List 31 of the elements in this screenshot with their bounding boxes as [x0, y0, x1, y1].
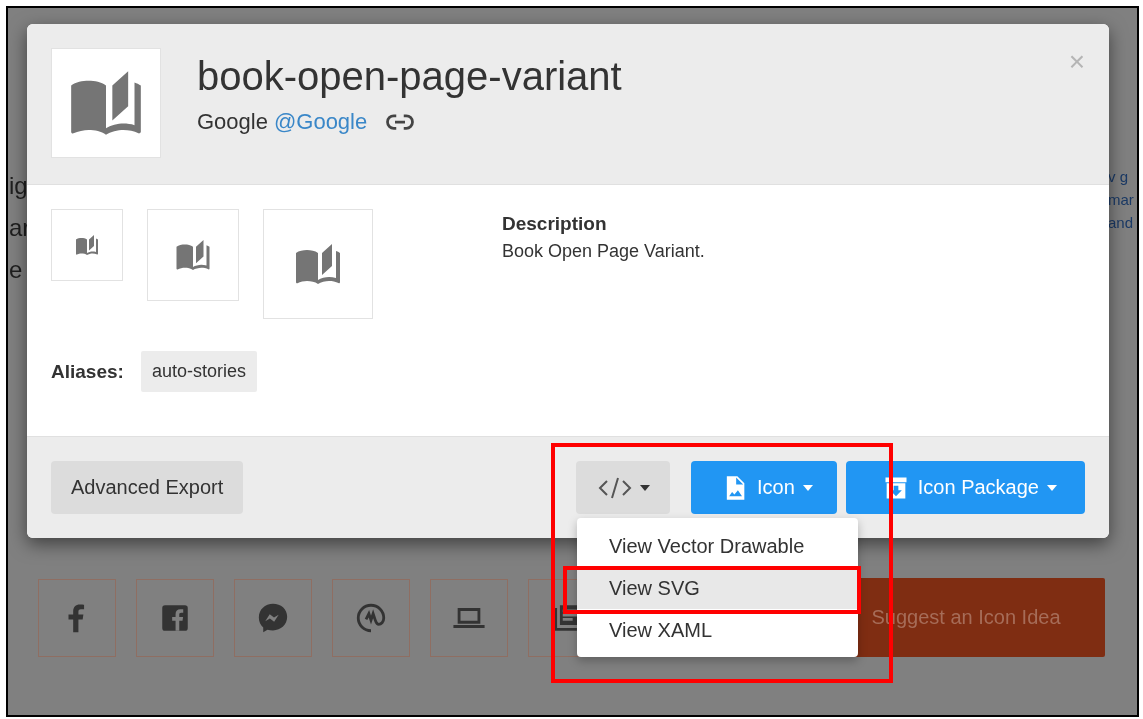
- code-icon: [598, 475, 632, 500]
- text-fragment: ig: [9, 172, 29, 200]
- icon-download-button[interactable]: Icon: [691, 461, 837, 514]
- link-fragment: and: [1108, 214, 1135, 231]
- caret-icon: [802, 484, 813, 491]
- aliases-label: Aliases:: [51, 360, 124, 383]
- code-dropdown-button[interactable]: [576, 461, 670, 514]
- book-icon: [175, 237, 211, 273]
- description-text: Book Open Page Variant.: [502, 241, 705, 262]
- advanced-export-button[interactable]: Advanced Export: [51, 461, 244, 514]
- icon-tile[interactable]: [332, 578, 410, 657]
- author-name: Google: [197, 109, 268, 135]
- description-label: Description: [502, 213, 608, 235]
- icon-package-button[interactable]: Icon Package: [845, 461, 1085, 514]
- caret-icon: [640, 484, 650, 491]
- icon-title: book-open-page-variant: [197, 54, 622, 99]
- book-icon: [75, 233, 99, 257]
- link-fragment: mar: [1108, 191, 1135, 208]
- icon-tile[interactable]: [430, 578, 508, 657]
- author-link[interactable]: @Google: [273, 109, 368, 135]
- menu-item[interactable]: View SVG: [577, 567, 858, 609]
- alias-tag: auto-stories: [140, 351, 257, 392]
- caret-icon: [1047, 484, 1057, 491]
- icon-tile[interactable]: [136, 578, 214, 657]
- menu-item[interactable]: View XAML: [577, 609, 858, 651]
- menu-item[interactable]: View Vector Drawable: [577, 525, 858, 567]
- link-fragment: v g: [1108, 168, 1129, 185]
- close-button[interactable]: ×: [1068, 48, 1085, 76]
- icon-tile[interactable]: [38, 578, 116, 657]
- text-fragment: e: [9, 256, 24, 284]
- icon-tile[interactable]: [234, 578, 312, 657]
